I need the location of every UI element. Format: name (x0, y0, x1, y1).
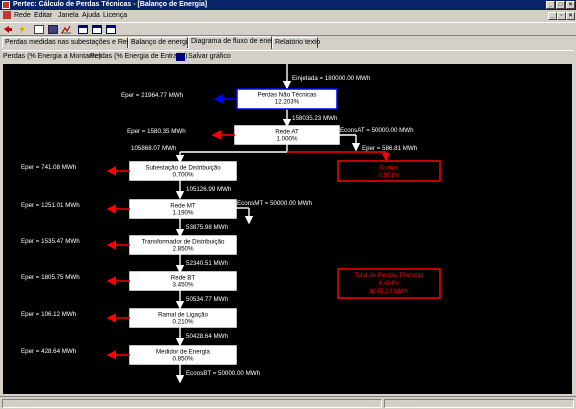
mdi-restore-button[interactable]: ▫ (557, 12, 566, 20)
node-percent: 0.700% (173, 172, 194, 179)
flow-energy-label: 50534.77 MWh (186, 296, 229, 303)
mdi-minimize-button[interactable]: _ (548, 12, 557, 20)
flow-energy-label: 50428.64 MWh (186, 333, 229, 340)
tab-diagrama[interactable]: Diagrama de fluxo de energia (188, 36, 283, 49)
tab-balanco[interactable]: Balanço de energia (128, 37, 191, 48)
node-name: Perdas Não Técnicas (257, 92, 316, 99)
lightning-icon[interactable] (17, 25, 27, 34)
node-name: Medidor de Energia (156, 349, 211, 356)
loss-energy-label: Eper = 1535.47 MWh (21, 238, 80, 245)
flow-energy-label: 53875.98 MWh (186, 224, 229, 231)
consumption-label: EconsMT = 50000.00 MWh (237, 200, 313, 207)
flow-diagram-canvas: Einjetada = 180000.00 MWh Perdas Não Técn… (3, 64, 572, 394)
sub-tab-bar: Perdas (% Energia a Montante) Perdas (% … (2, 50, 574, 64)
total-losses-energy: 8035.23 MWh (370, 288, 409, 295)
mdi-doc-icon[interactable] (3, 11, 11, 19)
menu-janela[interactable]: Janela (58, 12, 79, 20)
flow-energy-label: 105868.07 MWh (131, 145, 177, 152)
node-name: Subestação de Distribuição (145, 165, 221, 172)
status-bar (0, 396, 576, 409)
toolbar (0, 22, 576, 36)
flow-energy-label: EconsBT = 50000.00 MWh (186, 370, 261, 377)
loss-energy-label: Eper = 21964.77 MWh (121, 92, 184, 99)
loss-energy-label: Eper = 1580.35 MWh (127, 128, 186, 135)
calculator-icon[interactable] (34, 25, 44, 34)
node-name: Rede MT (170, 203, 196, 210)
node-percent: 3.450% (173, 282, 194, 289)
node-name: Rede AT (275, 129, 299, 136)
menu-licenca[interactable]: Licença (103, 12, 127, 20)
tab-relatorio[interactable]: Relatório texto (272, 37, 320, 48)
exit-icon[interactable] (3, 25, 13, 34)
total-losses-percent: 4.464% (379, 280, 400, 287)
save-icon[interactable] (48, 25, 58, 34)
flow-energy-label: 105126.99 MWh (186, 186, 232, 193)
node-percent: 0.210% (173, 319, 194, 326)
node-percent: 12.203% (275, 99, 300, 106)
total-losses-title: Total de Perdas Técnicas (354, 272, 423, 279)
others-loss-label: Eper = 586.81 MWh (362, 145, 418, 152)
menu-rede[interactable]: Rede (14, 12, 31, 20)
flow-energy-label: 52340.51 MWh (186, 260, 229, 267)
injected-energy-label: Einjetada = 180000.00 MWh (292, 75, 371, 82)
flow-diagram: Einjetada = 180000.00 MWh Perdas Não Técn… (21, 64, 441, 384)
flow-energy-label: 158035.23 MWh (292, 115, 338, 122)
status-panel (2, 399, 382, 408)
mdi-close-button[interactable]: × (566, 12, 575, 20)
tab-perdas-medidas[interactable]: Perdas medidas nas subestações e Redes A… (2, 37, 148, 48)
subtab-montante[interactable]: Perdas (% Energia a Montante) (3, 53, 101, 61)
node-percent: 0.850% (173, 356, 194, 363)
loss-energy-label: Eper = 1251.01 MWh (21, 202, 80, 209)
window-title: Pertec: Cálculo de Perdas Técnicas - [Ba… (13, 1, 208, 8)
loss-energy-label: Eper = 741.08 MWh (21, 164, 77, 171)
node-name: Transformador de Distribuição (142, 239, 226, 246)
others-percent: 0.551% (379, 172, 400, 179)
loss-energy-label: Eper = 106.12 MWh (21, 311, 77, 318)
app-icon (2, 1, 10, 9)
loss-energy-label: Eper = 428.64 MWh (21, 348, 77, 355)
window-icon[interactable] (78, 25, 88, 34)
node-percent: 1.000% (277, 136, 298, 143)
consumption-label: EconsAT = 50000.00 MWh (340, 127, 414, 134)
save-chart-button[interactable]: Salvar gráfico (188, 53, 231, 61)
tile-horizontal-icon[interactable] (92, 25, 102, 34)
save-chart-icon[interactable] (176, 53, 185, 61)
node-name: Rede BT (171, 275, 196, 282)
menu-editar[interactable]: Editar (34, 12, 52, 20)
tile-vertical-icon[interactable] (106, 25, 116, 34)
node-percent: 2.850% (173, 246, 194, 253)
subtab-entrada[interactable]: Perdas (% Energia de Entrada) (90, 53, 187, 61)
status-panel (384, 399, 574, 408)
node-name: Ramal de Ligação (158, 312, 208, 319)
menu-ajuda[interactable]: Ajuda (82, 12, 100, 20)
others-name: Outros (380, 165, 399, 172)
maximize-button[interactable]: □ (556, 1, 565, 9)
node-percent: 1.190% (173, 210, 194, 217)
loss-energy-label: Eper = 1805.75 MWh (21, 274, 80, 281)
chart-icon[interactable] (61, 25, 71, 34)
menu-bar: Rede Editar Janela Ajuda Licença _ ▫ × (0, 10, 576, 21)
minimize-button[interactable]: _ (546, 1, 555, 9)
title-bar: Pertec: Cálculo de Perdas Técnicas - [Ba… (0, 0, 576, 10)
close-button[interactable]: × (566, 1, 575, 9)
